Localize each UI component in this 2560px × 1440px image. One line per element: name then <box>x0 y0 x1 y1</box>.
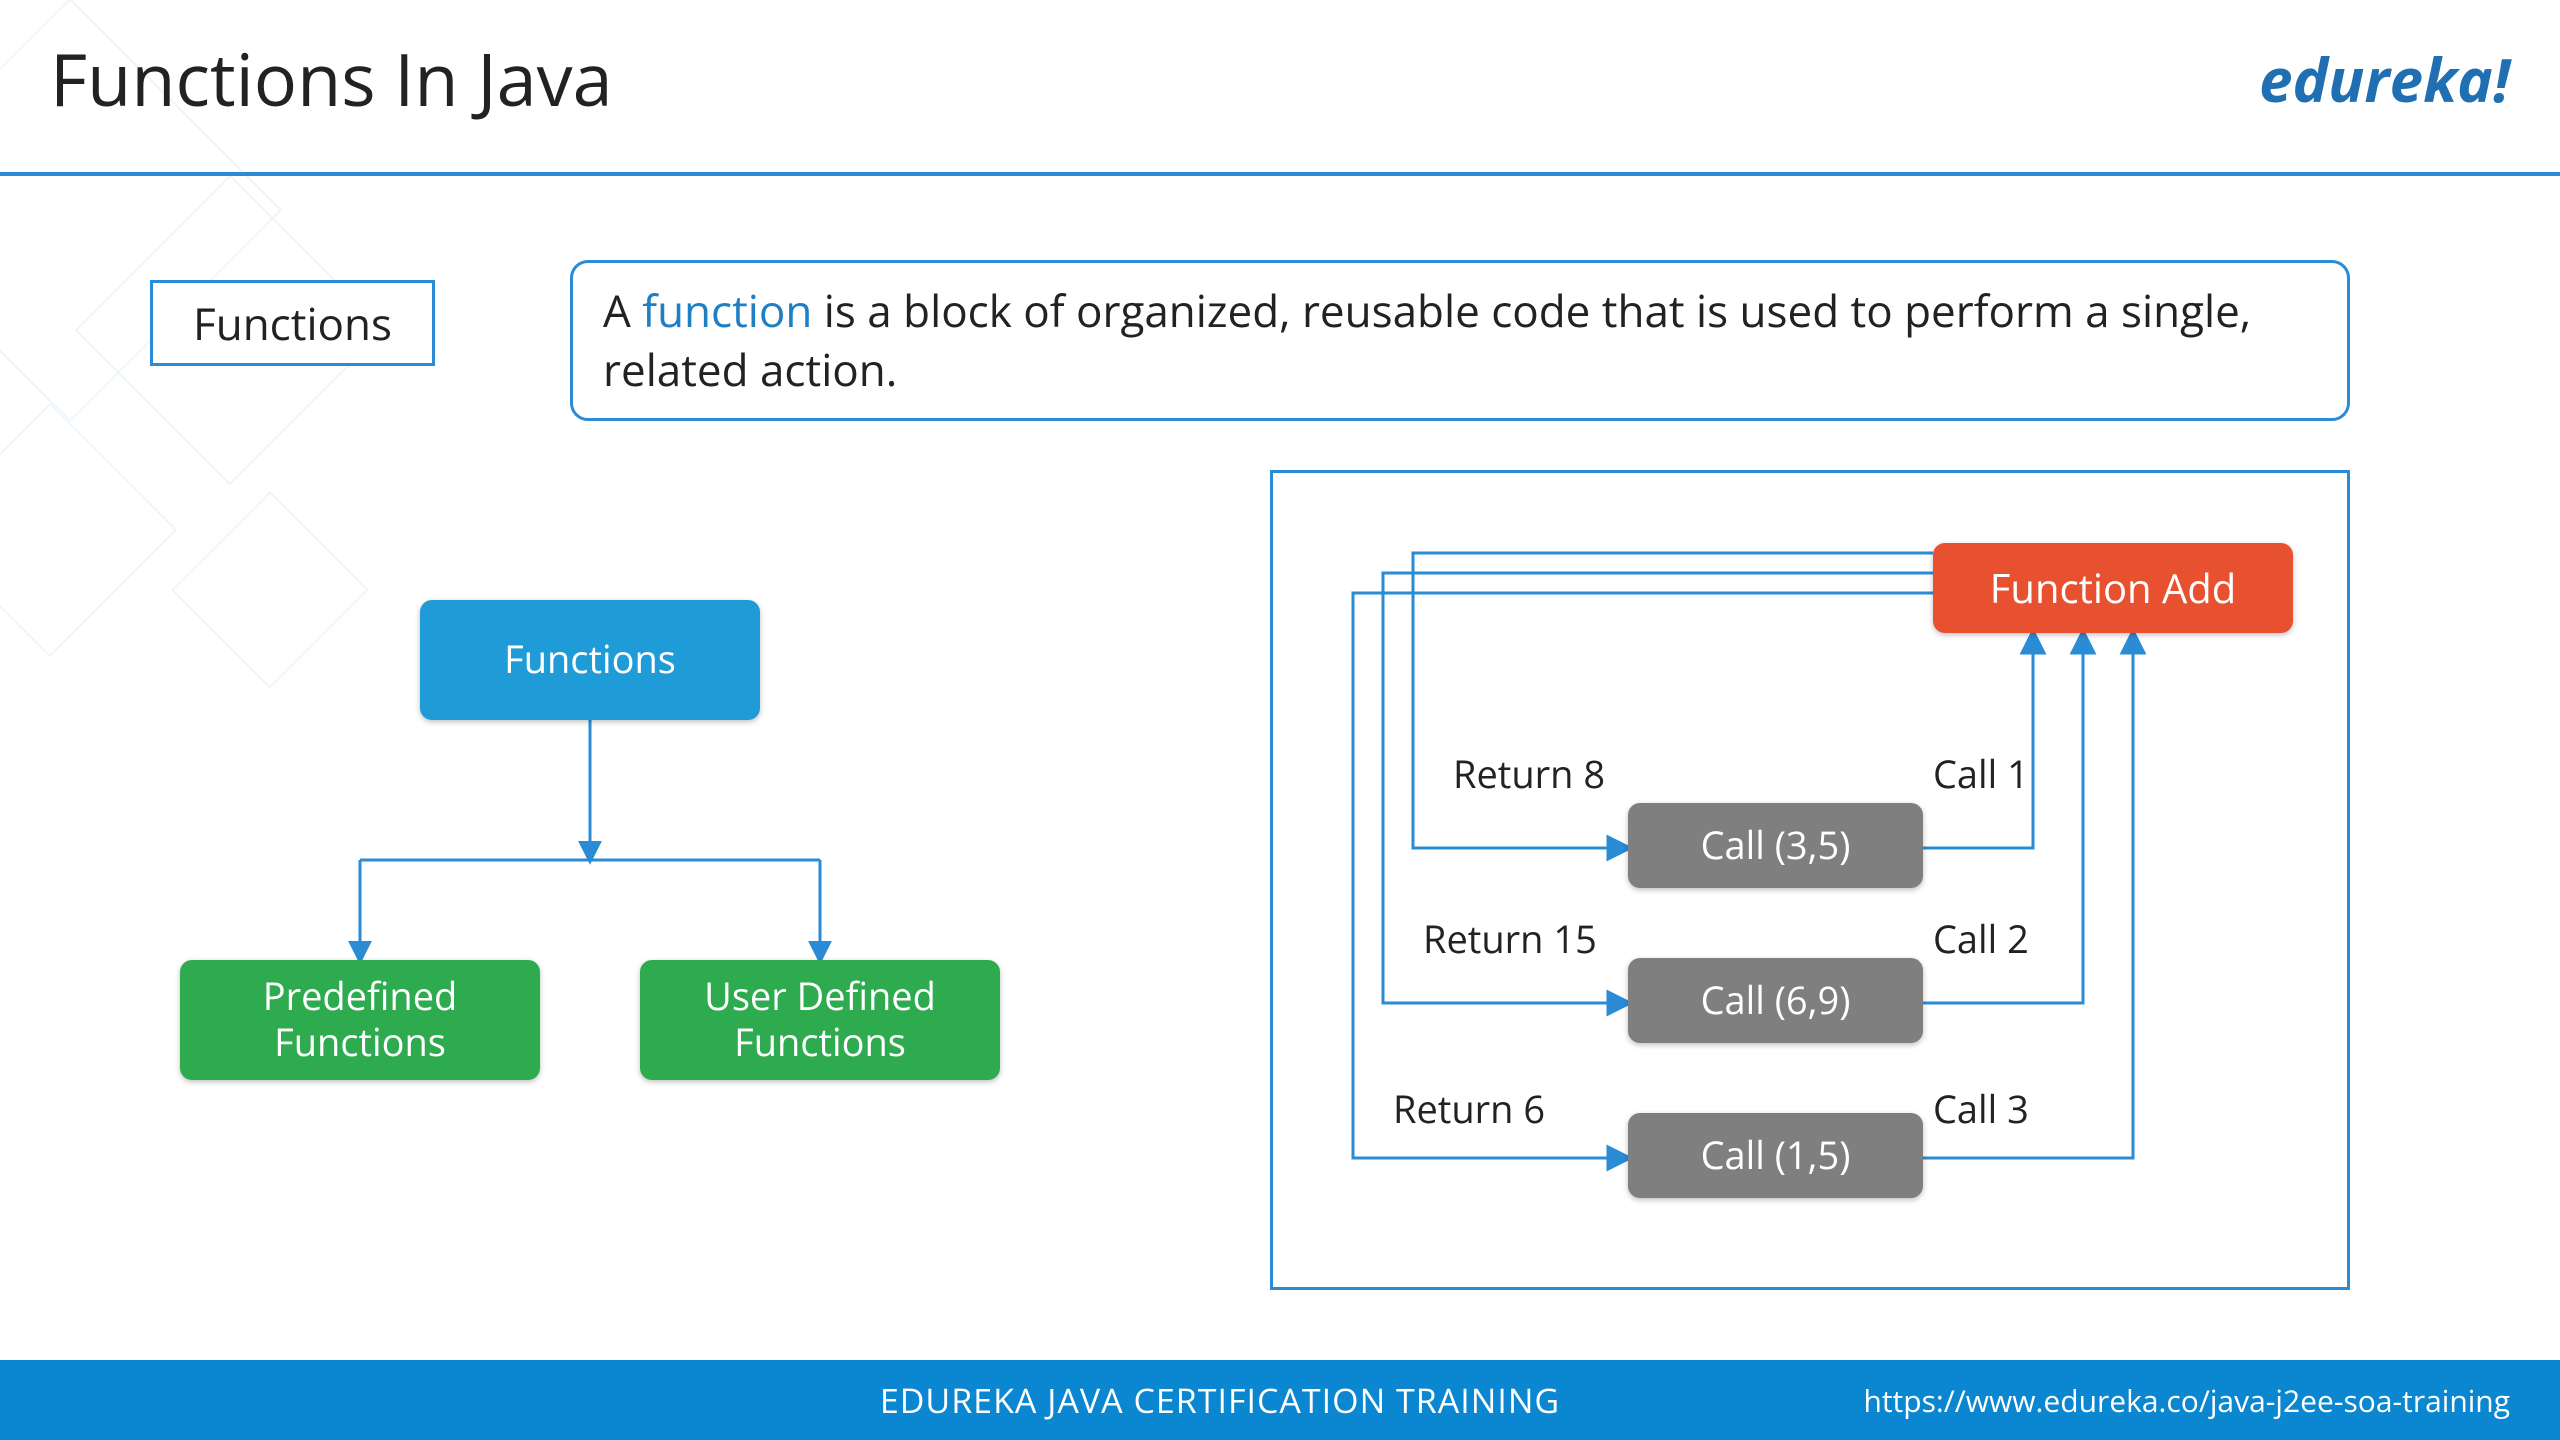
call-box-2: Call (6,9) <box>1628 958 1923 1043</box>
definition-box: A function is a block of organized, reus… <box>570 260 2350 421</box>
page-title: Functions In Java <box>50 30 613 128</box>
call-label-1: Call 1 <box>1933 748 2029 800</box>
definition-keyword: function <box>642 280 812 340</box>
call-label-3: Call 3 <box>1933 1083 2029 1135</box>
return-label-1: Return 8 <box>1453 748 1605 800</box>
call-label-2: Call 2 <box>1933 913 2029 965</box>
header-divider <box>0 172 2560 176</box>
definition-prefix: A <box>603 280 642 340</box>
brand-logo: edureka! <box>2259 38 2510 120</box>
tree-right-node: User Defined Functions <box>640 960 1000 1080</box>
definition-suffix: is a block of organized, reusable code t… <box>603 280 2251 399</box>
header: Functions In Java edureka! <box>50 30 2510 128</box>
call-box-3: Call (1,5) <box>1628 1113 1923 1198</box>
call-box-1: Call (3,5) <box>1628 803 1923 888</box>
return-label-2: Return 15 <box>1423 913 1597 965</box>
functions-badge: Functions <box>150 280 435 366</box>
footer: EDUREKA JAVA CERTIFICATION TRAINING http… <box>0 1360 2560 1440</box>
functions-tree: Functions Predefined Functions User Defi… <box>160 590 1080 1150</box>
footer-url: https://www.edureka.co/java-j2ee-soa-tra… <box>1863 1380 2510 1421</box>
tree-root-node: Functions <box>420 600 760 720</box>
return-label-3: Return 6 <box>1393 1083 1545 1135</box>
footer-course: EDUREKA JAVA CERTIFICATION TRAINING <box>880 1377 1560 1423</box>
call-flow-diagram: Function Add Call (3,5) Call (6,9) Call … <box>1270 470 2350 1290</box>
tree-left-node: Predefined Functions <box>180 960 540 1080</box>
function-add-node: Function Add <box>1933 543 2293 633</box>
